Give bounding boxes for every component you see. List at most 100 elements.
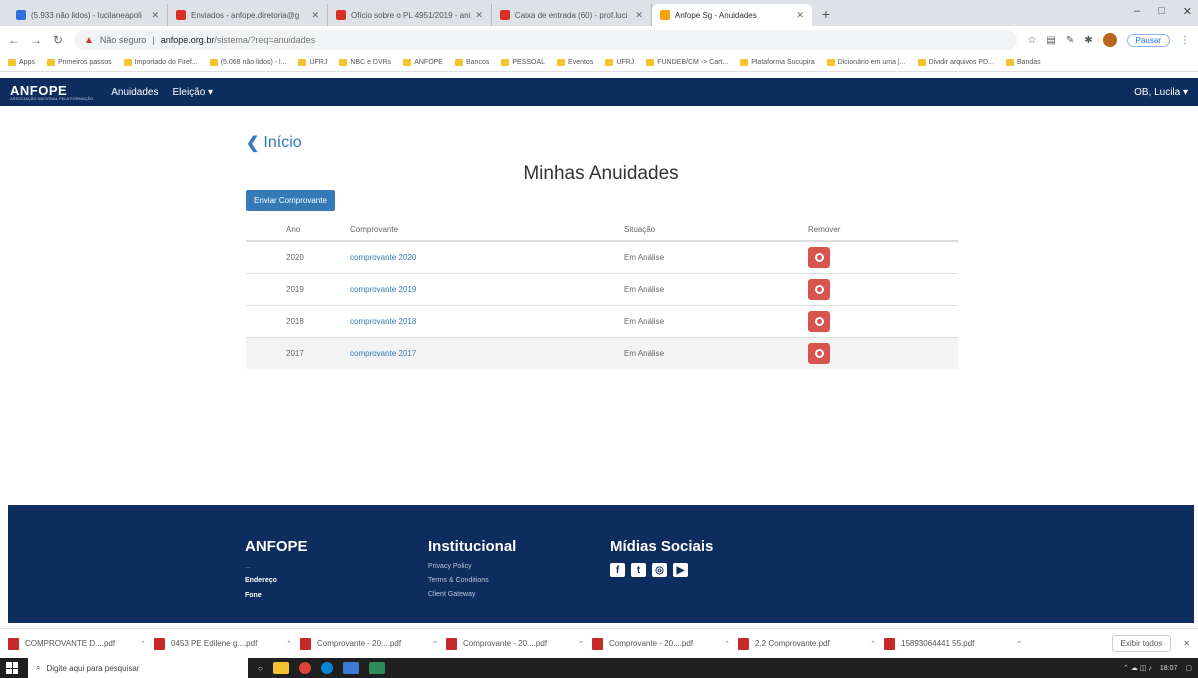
bookmark-label: UFRJ (616, 59, 635, 66)
bookmark-item[interactable]: Plataforma Sucupira (740, 59, 815, 66)
user-menu[interactable]: OB, Lucila ▾ (1134, 87, 1188, 98)
nav-anuidades[interactable]: Anuidades (111, 87, 158, 98)
task-view-icon[interactable]: ○ (258, 664, 263, 673)
close-window-button[interactable]: ✕ (1183, 5, 1192, 18)
minimize-button[interactable]: – (1134, 5, 1140, 18)
remove-button[interactable] (808, 246, 830, 268)
site-navbar: ANFOPE ASSOCIAÇÃO NACIONAL PELA FORMAÇÃO… (0, 78, 1198, 106)
folder-icon (339, 59, 348, 66)
year-cell: 2017 (246, 336, 350, 369)
bookmark-item[interactable]: Bancos (454, 59, 489, 66)
footer-link[interactable]: Privacy Policy (428, 563, 516, 570)
forward-arrow-icon[interactable]: → (30, 33, 42, 47)
bookmark-item[interactable]: UFRJ (605, 59, 634, 66)
download-item[interactable]: Comprovante - 20....pdf ⌃ (300, 637, 438, 650)
chevron-up-icon[interactable]: ⌃ (432, 640, 438, 648)
chevron-up-icon[interactable]: ⌃ (870, 640, 876, 648)
menu-icon[interactable]: ⋮ (1180, 35, 1190, 46)
bookmark-item[interactable]: Importado do Firef... (123, 59, 198, 66)
browser-tab[interactable]: (5.933 não lidos) - lucilaneapoli ✕ (8, 4, 168, 26)
browser-tab[interactable]: Caixa de entrada (60) - prof.luci ✕ (492, 4, 652, 26)
chevron-up-icon[interactable]: ⌃ (724, 640, 730, 648)
download-item[interactable]: Comprovante - 20....pdf ⌃ (592, 637, 730, 650)
facebook-icon[interactable]: f (610, 563, 625, 577)
puzzle-icon[interactable]: ✱ (1084, 35, 1092, 46)
download-item[interactable]: 2.2 Comprovante.pdf ⌃ (738, 637, 876, 650)
footer-link[interactable]: Terms & Conditions (428, 577, 516, 584)
download-item[interactable]: 15893064441 55.pdf ⌃ (884, 637, 1022, 650)
anfope-logo[interactable]: ANFOPE ASSOCIAÇÃO NACIONAL PELA FORMAÇÃO (10, 84, 93, 101)
windows-start-icon[interactable] (6, 662, 18, 674)
network-icon[interactable]: ⌃ ☁ ◫ ♪ (1123, 664, 1152, 672)
chevron-up-icon[interactable]: ⌃ (578, 640, 584, 648)
bookmark-item[interactable]: UFRJ (298, 59, 327, 66)
maximize-button[interactable]: □ (1158, 5, 1165, 18)
bookmark-item[interactable]: Eventos (557, 59, 593, 66)
profile-avatar[interactable] (1102, 33, 1117, 47)
chrome-icon[interactable] (298, 662, 311, 674)
download-filename: 15893064441 55.pdf (901, 639, 975, 648)
back-arrow-icon[interactable]: ← (8, 33, 20, 47)
nav-eleicao[interactable]: Eleição ▾ (172, 87, 213, 98)
bookmark-item[interactable]: FUNDEB/CM -> Cart... (646, 59, 728, 66)
close-tab-icon[interactable]: ✕ (796, 10, 804, 21)
chevron-up-icon[interactable]: ⌃ (1016, 640, 1022, 648)
receipt-link[interactable]: comprovante 2019 (350, 285, 416, 294)
app-icon[interactable] (342, 662, 359, 674)
tab-title: Caixa de entrada (60) - prof.luci (514, 10, 628, 20)
taskbar-search[interactable]: ⌕ Digite aqui para pesquisar (28, 658, 248, 678)
close-tab-icon[interactable]: ✕ (475, 10, 483, 21)
clock[interactable]: 18:07 (1160, 665, 1178, 672)
browser-tab[interactable]: Ofício sobre o PL 4951/2019 - ani ✕ (328, 4, 492, 26)
remove-button[interactable] (808, 310, 830, 332)
upload-receipt-button[interactable]: Enviar Comprovante (246, 190, 335, 211)
bookmark-item[interactable]: Dicionário em uma |... (826, 59, 906, 66)
receipt-link[interactable]: comprovante 2020 (350, 253, 416, 262)
youtube-icon[interactable]: ▶ (673, 563, 688, 577)
edge-icon[interactable] (320, 662, 333, 674)
receipt-link[interactable]: comprovante 2018 (350, 317, 416, 326)
new-tab-button[interactable]: + (812, 6, 840, 26)
pause-sync-button[interactable]: Pausar (1126, 33, 1170, 47)
app-icon[interactable] (368, 662, 385, 674)
bookmark-item[interactable]: ANFOPE (403, 59, 443, 66)
receipt-link[interactable]: comprovante 2017 (350, 349, 416, 358)
close-tab-icon[interactable]: ✕ (151, 10, 159, 21)
bookmark-item[interactable]: Bandas (1005, 59, 1041, 66)
close-tab-icon[interactable]: ✕ (635, 10, 643, 21)
bookmark-item[interactable]: NBC e DVRs (339, 59, 391, 66)
url-path: /sistema/?req=anuidades (214, 35, 316, 45)
download-item[interactable]: Comprovante - 20....pdf ⌃ (446, 637, 584, 650)
browser-tab[interactable]: Enviados - anfope.diretoria@g ✕ (168, 4, 328, 26)
remove-button[interactable] (808, 278, 830, 300)
file-explorer-icon[interactable] (272, 662, 289, 674)
year-cell: 2020 (246, 240, 350, 273)
bookmark-item[interactable]: Primeiros passos (46, 59, 112, 66)
remove-button[interactable] (808, 342, 830, 364)
chevron-up-icon[interactable]: ⌃ (140, 640, 146, 648)
back-link[interactable]: ❮ Início (246, 133, 302, 153)
remove-icon (814, 348, 824, 358)
tab-title: Anfope Sg - Anuidades (674, 10, 757, 20)
bookmark-item[interactable]: (5.068 não lidos) - l... (209, 59, 286, 66)
download-item[interactable]: COMPROVANTE D....pdf ⌃ (8, 637, 146, 650)
notifications-icon[interactable]: ▢ (1185, 664, 1192, 672)
url-field[interactable]: ▲ Não seguro | anfope.org.br/sistema/?re… (74, 30, 1018, 50)
footer-link[interactable]: Client Gateway (428, 591, 516, 598)
bookmark-item[interactable]: Dividir arquivos PD... (917, 59, 994, 66)
twitter-icon[interactable]: t (631, 563, 646, 577)
pin-icon[interactable]: ✎ (1066, 35, 1074, 46)
show-all-downloads-button[interactable]: Exibir todos (1111, 635, 1172, 652)
bookmark-item[interactable]: Apps (8, 59, 35, 66)
reload-icon[interactable]: ↻ (52, 33, 64, 47)
star-icon[interactable]: ☆ (1027, 35, 1036, 46)
browser-tab-strip: (5.933 não lidos) - lucilaneapoli ✕ Envia… (0, 0, 1198, 26)
close-tab-icon[interactable]: ✕ (311, 10, 319, 21)
bookmark-item[interactable]: PESSOAL (501, 59, 545, 66)
browser-tab-active[interactable]: Anfope Sg - Anuidades ✕ (651, 4, 812, 26)
download-item[interactable]: 0453 PE Edilene g....pdf ⌃ (154, 637, 292, 650)
chevron-up-icon[interactable]: ⌃ (286, 640, 292, 648)
instagram-icon[interactable]: ◎ (652, 563, 667, 577)
close-downloads-icon[interactable]: ✕ (1183, 639, 1190, 648)
extension-icon[interactable]: ▤ (1046, 35, 1055, 46)
